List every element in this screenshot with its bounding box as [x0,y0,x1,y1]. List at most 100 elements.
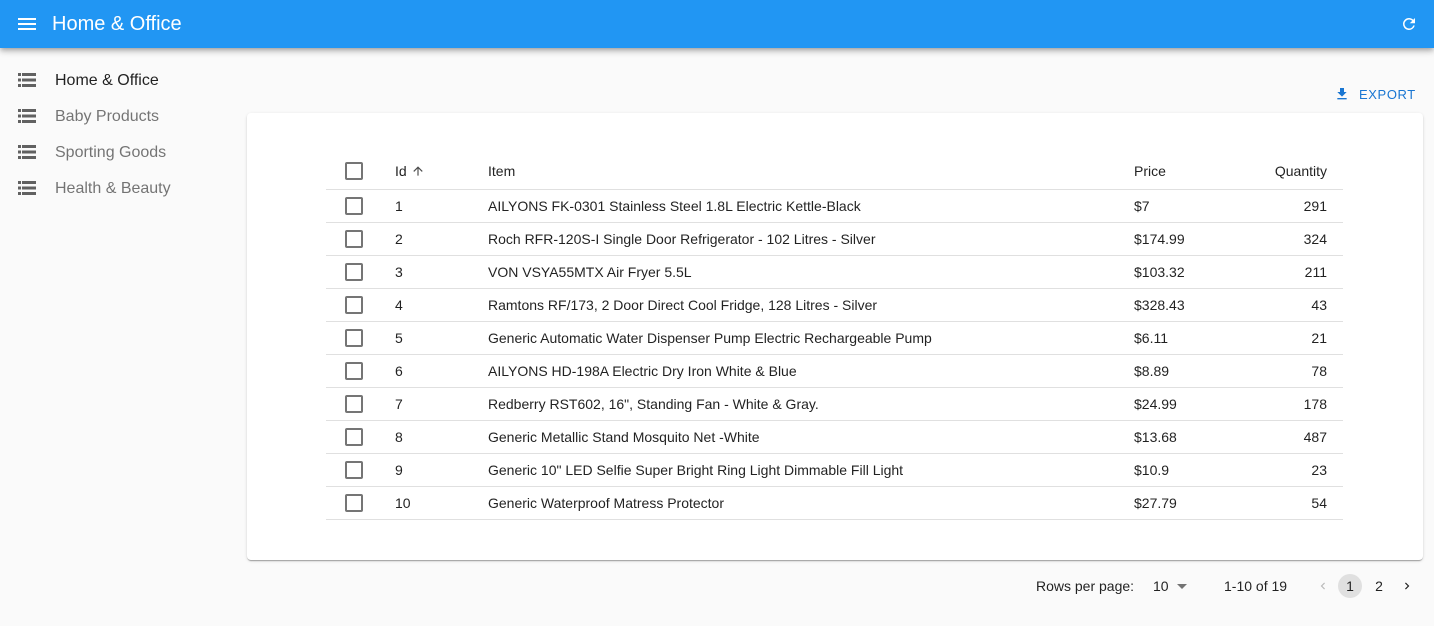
dropdown-caret-icon [1176,583,1187,589]
cell-quantity: 178 [1303,396,1327,412]
rows-per-page-select[interactable]: 10 [1153,578,1187,594]
table-row[interactable]: 3 VON VSYA55MTX Air Fryer 5.5L $103.32 211 [326,256,1343,289]
sidebar-item-sporting-goods[interactable]: Sporting Goods [0,135,240,171]
cell-quantity: 54 [1311,495,1327,511]
table-row[interactable]: 7 Redberry RST602, 16", Standing Fan - Wh… [326,388,1343,421]
cell-item: Generic 10" LED Selfie Super Bright Ring… [488,462,904,478]
cell-price: $24.99 [1134,396,1177,412]
cell-id: 3 [395,264,403,280]
data-card: Id Item Price Quantity 1 AILYONS FK-0301 … [247,113,1423,560]
sidebar-item-home-office[interactable]: Home & Office [0,63,240,99]
select-all-checkbox[interactable] [345,162,363,180]
cell-price: $328.43 [1134,297,1185,313]
row-checkbox[interactable] [345,296,363,314]
table-row[interactable]: 8 Generic Metallic Stand Mosquito Net -Wh… [326,421,1343,454]
cell-id: 4 [395,297,403,313]
row-checkbox[interactable] [345,494,363,512]
table-row[interactable]: 6 AILYONS HD-198A Electric Dry Iron White… [326,355,1343,388]
rows-per-page-value: 10 [1153,578,1169,594]
app-bar: Home & Office [0,0,1434,48]
list-icon [18,73,36,89]
row-checkbox[interactable] [345,362,363,380]
list-icon [18,145,36,161]
cell-id: 2 [395,231,403,247]
pagination-range: 1-10 of 19 [1224,578,1288,594]
cell-item: Redberry RST602, 16", Standing Fan - Whi… [488,396,819,412]
page-title: Home & Office [52,13,182,35]
cell-quantity: 23 [1311,462,1327,478]
table-row[interactable]: 1 AILYONS FK-0301 Stainless Steel 1.8L El… [326,190,1343,223]
table-header-row: Id Item Price Quantity [326,153,1343,190]
cell-item: Ramtons RF/173, 2 Door Direct Cool Fridg… [488,297,878,313]
cell-price: $8.89 [1134,363,1170,379]
cell-quantity: 21 [1311,330,1327,346]
cell-item: Generic Metallic Stand Mosquito Net -Whi… [488,429,760,445]
cell-id: 9 [395,462,403,478]
column-header-quantity[interactable]: Quantity [1275,153,1327,189]
row-checkbox[interactable] [345,230,363,248]
sidebar-item-health-beauty[interactable]: Health & Beauty [0,171,240,207]
column-header-item[interactable]: Item [488,153,515,189]
cell-price: $13.68 [1134,429,1177,445]
refresh-icon[interactable] [1397,12,1421,36]
row-checkbox[interactable] [345,395,363,413]
arrow-up-icon [411,164,425,178]
page-button-2[interactable]: 2 [1367,574,1391,598]
list-icon [18,109,36,125]
cell-price: $10.9 [1134,462,1170,478]
sidebar-item-label: Sporting Goods [55,144,167,161]
cell-item: Roch RFR-120S-I Single Door Refrigerator… [488,231,876,247]
table-row[interactable]: 10 Generic Waterproof Matress Protector $2… [326,487,1343,520]
cell-id: 10 [395,495,411,511]
cell-quantity: 211 [1304,264,1327,280]
sidebar-item-label: Baby Products [55,108,160,125]
table-row[interactable]: 4 Ramtons RF/173, 2 Door Direct Cool Frid… [326,289,1343,322]
cell-id: 7 [395,396,403,412]
cell-item: Generic Automatic Water Dispenser Pump E… [488,330,932,346]
table-row[interactable]: 2 Roch RFR-120S-I Single Door Refrigerato… [326,223,1343,256]
cell-item: VON VSYA55MTX Air Fryer 5.5L [488,264,692,280]
column-header-price[interactable]: Price [1134,153,1166,189]
column-header-label: Id [395,163,407,179]
cell-price: $27.79 [1134,495,1177,511]
row-checkbox[interactable] [345,329,363,347]
rows-per-page-label: Rows per page: [1036,578,1135,594]
cell-price: $6.11 [1134,330,1168,346]
cell-quantity: 78 [1311,363,1327,379]
table-row[interactable]: 9 Generic 10" LED Selfie Super Bright Rin… [326,454,1343,487]
cell-quantity: 324 [1303,231,1327,247]
download-icon [1334,86,1350,102]
cell-quantity: 487 [1303,429,1327,445]
data-table: Id Item Price Quantity 1 AILYONS FK-0301 … [326,153,1343,520]
previous-page-button[interactable] [1311,574,1335,598]
next-page-button[interactable] [1395,574,1419,598]
sidebar-item-label: Home & Office [55,72,159,89]
cell-id: 8 [395,429,403,445]
cell-price: $174.99 [1134,231,1185,247]
cell-id: 6 [395,363,403,379]
sidebar-item-label: Health & Beauty [55,180,171,197]
cell-item: Generic Waterproof Matress Protector [488,495,725,511]
cell-price: $103.32 [1134,264,1185,280]
row-checkbox[interactable] [345,461,363,479]
page-button-1[interactable]: 1 [1338,574,1362,598]
cell-price: $7 [1134,198,1150,214]
cell-quantity: 291 [1303,198,1327,214]
row-checkbox[interactable] [345,263,363,281]
cell-item: AILYONS FK-0301 Stainless Steel 1.8L Ele… [488,198,861,214]
sidebar-item-baby-products[interactable]: Baby Products [0,99,240,135]
column-header-id[interactable]: Id [395,153,425,189]
row-checkbox[interactable] [345,428,363,446]
pagination: Rows per page: 10 1-10 of 19 1 2 [1036,574,1426,598]
export-label: EXPORT [1359,86,1416,102]
cell-id: 1 [395,198,403,214]
cell-id: 5 [395,330,403,346]
export-button[interactable]: EXPORT [1328,82,1422,106]
list-icon [18,181,36,197]
sidebar: Home & Office Baby Products Sporting Goo… [0,63,240,207]
menu-icon[interactable] [15,12,39,36]
cell-item: AILYONS HD-198A Electric Dry Iron White … [488,363,797,379]
cell-quantity: 43 [1311,297,1327,313]
table-row[interactable]: 5 Generic Automatic Water Dispenser Pump … [326,322,1343,355]
row-checkbox[interactable] [345,197,363,215]
